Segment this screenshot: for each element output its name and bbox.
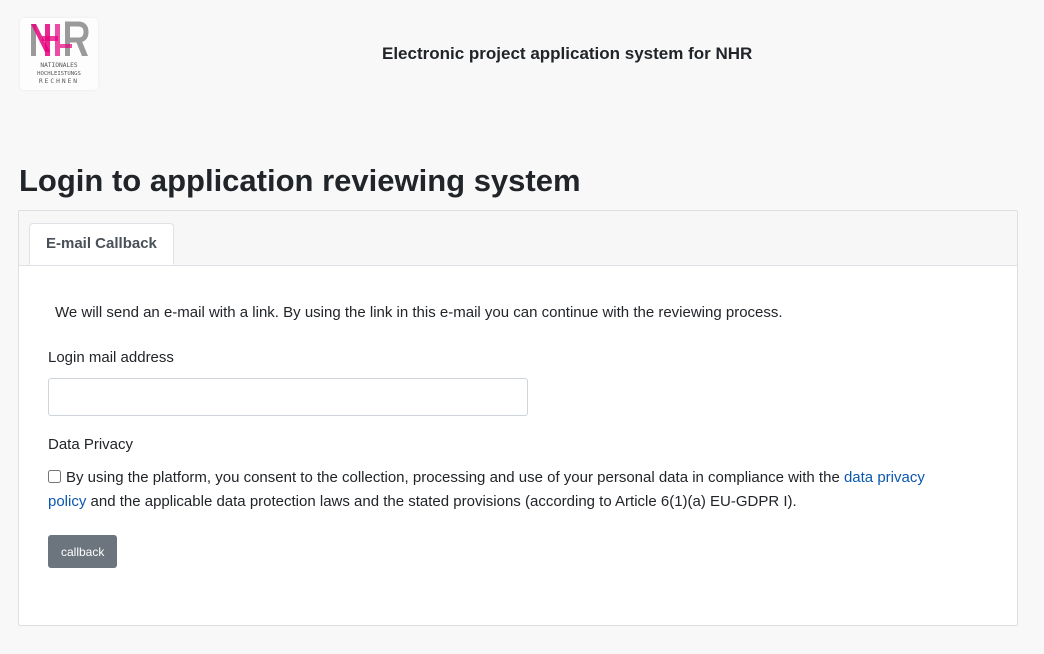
login-card: E-mail Callback We will send an e-mail w… xyxy=(18,210,1018,626)
nhr-logo-graphic: NATIONALES HOCHLEISTUNGS RECHNEN xyxy=(31,21,89,85)
email-label: Login mail address xyxy=(48,349,174,366)
logo-line-1: NATIONALES xyxy=(40,62,78,69)
consent-statement: By using the platform, you consent to th… xyxy=(48,466,948,514)
logo-line-2: HOCHLEISTUNGS xyxy=(37,71,81,77)
logo-line-3: RECHNEN xyxy=(39,78,79,85)
consent-checkbox[interactable] xyxy=(48,470,61,483)
consent-text-before: By using the platform, you consent to th… xyxy=(66,469,844,486)
tab-email-callback[interactable]: E-mail Callback xyxy=(29,223,174,265)
email-field[interactable] xyxy=(48,378,528,416)
tab-bar: E-mail Callback xyxy=(19,211,1017,266)
privacy-heading: Data Privacy xyxy=(48,436,134,453)
callback-button[interactable]: callback xyxy=(48,535,118,568)
site-header: NATIONALES HOCHLEISTUNGS RECHNEN Electro… xyxy=(0,0,1044,110)
site-title: Electronic project application system fo… xyxy=(382,44,753,63)
nhr-logo: NATIONALES HOCHLEISTUNGS RECHNEN xyxy=(20,18,98,90)
info-text: We will send an e-mail with a link. By u… xyxy=(55,304,783,321)
consent-text-after: and the applicable data protection laws … xyxy=(86,493,797,510)
page-title: Login to application reviewing system xyxy=(19,163,581,198)
